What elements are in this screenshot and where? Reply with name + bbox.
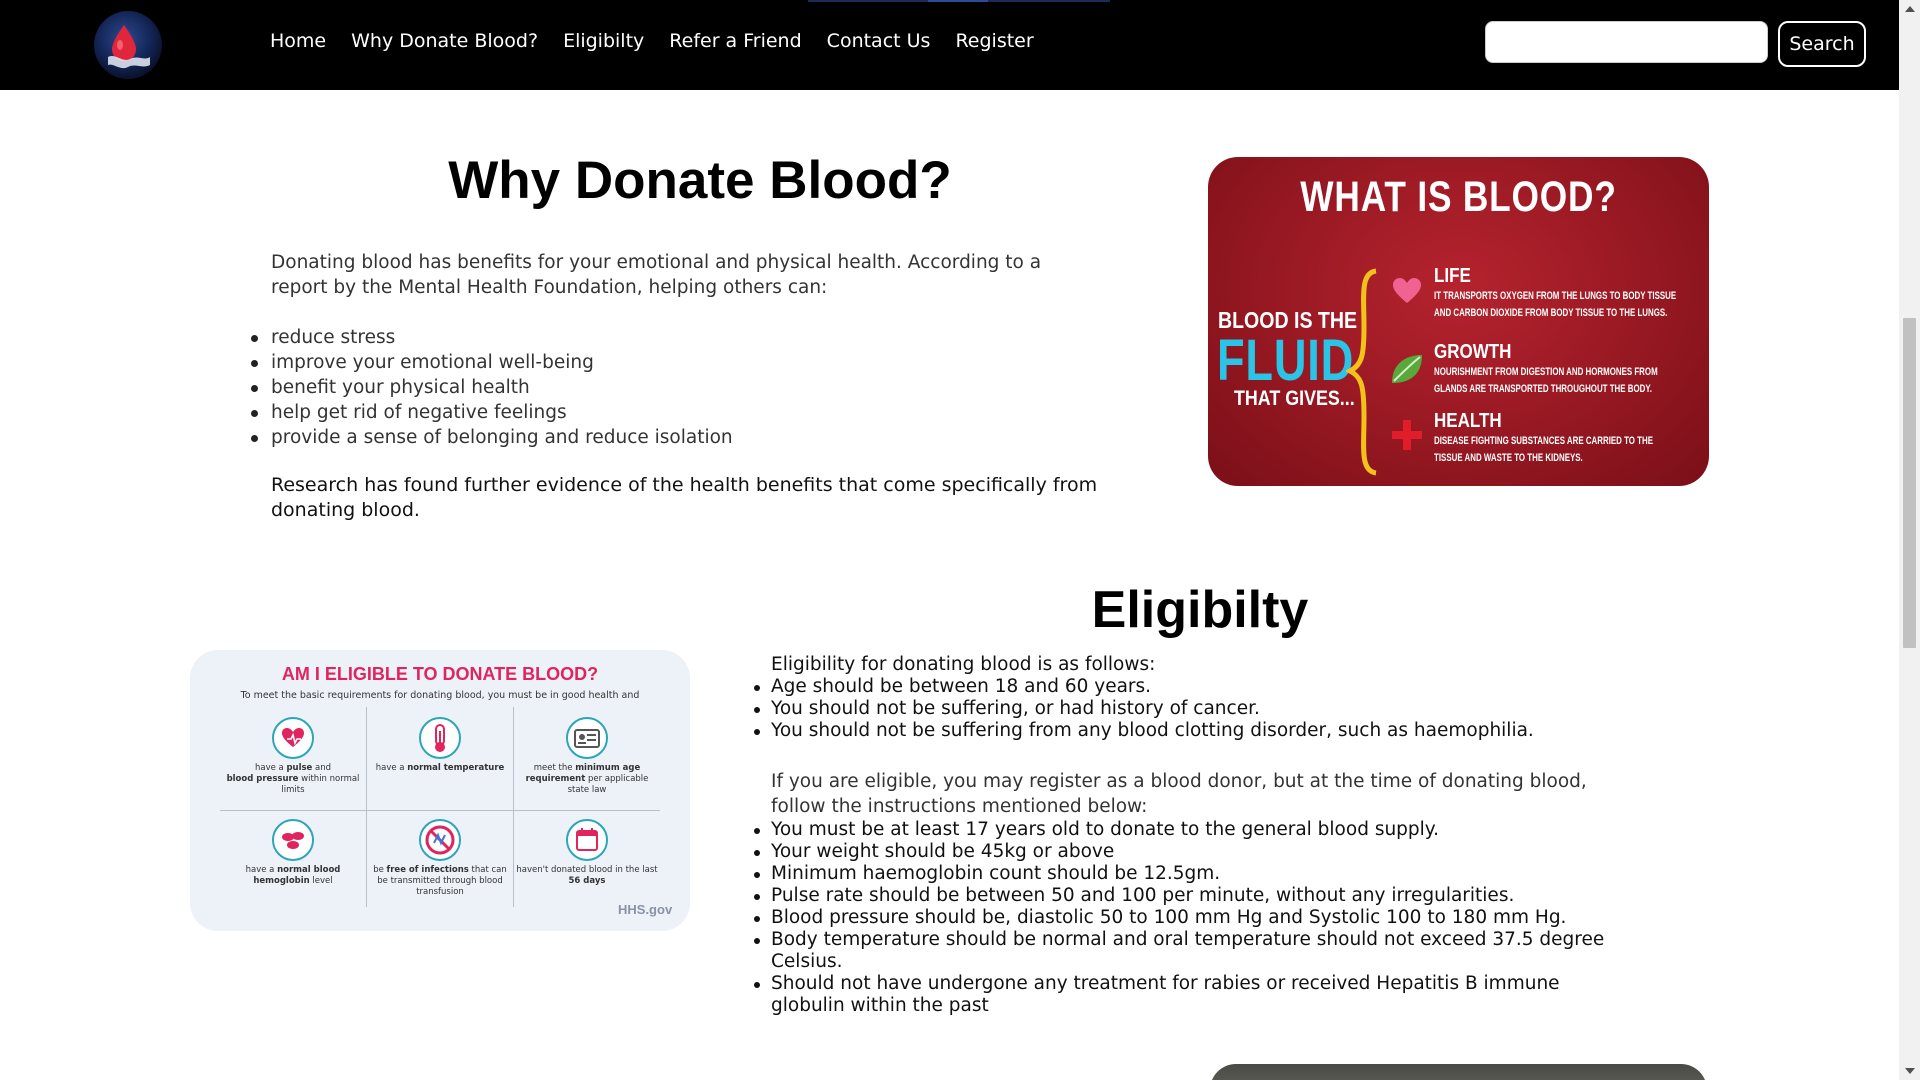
list-item: You should not be suffering from any blo… xyxy=(754,720,1631,742)
list-item: Pulse rate should be between 50 and 100 … xyxy=(754,885,1631,907)
list-item: Minimum haemoglobin count should be 12.5… xyxy=(754,863,1631,885)
eligible-grid: have a pulse and blood pressure within n… xyxy=(220,707,660,907)
cell-text-bold: blood pressure xyxy=(226,774,299,784)
scroll-up-arrow-icon[interactable] xyxy=(1905,6,1915,12)
cell-text: haven't donated blood in the last xyxy=(516,865,658,875)
list-item: reduce stress xyxy=(251,325,1101,350)
blood-item-growth: GROWTH NOURISHMENT FROM DIGESTION AND HO… xyxy=(1434,341,1709,398)
nav-link-register[interactable]: Register xyxy=(955,30,1033,52)
next-section-image xyxy=(1210,1064,1707,1080)
blood-item-desc: GLANDS ARE TRANSPORTED THROUGHOUT THE BO… xyxy=(1434,383,1652,395)
eligible-cell-age: meet the minimum age requirement per app… xyxy=(514,717,660,796)
cell-text-bold: normal temperature xyxy=(407,763,505,773)
eligible-image-title: AM I ELIGIBLE TO DONATE BLOOD? xyxy=(281,664,599,684)
leaf-icon xyxy=(1392,355,1422,383)
blood-item-desc: IT TRANSPORTS OXYGEN FROM THE LUNGS TO B… xyxy=(1434,290,1677,302)
list-item: You should not be suffering, or had hist… xyxy=(754,698,1631,720)
cell-text-bold: free of infections xyxy=(386,865,469,875)
cell-text: meet the xyxy=(533,763,576,773)
id-card-icon xyxy=(566,717,608,759)
am-i-eligible-image: AM I ELIGIBLE TO DONATE BLOOD? To meet t… xyxy=(190,650,690,931)
why-donate-heading: Why Donate Blood? xyxy=(448,151,952,210)
list-item: You must be at least 17 years old to don… xyxy=(754,819,1631,841)
eligibility-intro: Eligibility for donating blood is as fol… xyxy=(771,654,1156,675)
blood-item-heading: LIFE xyxy=(1434,265,1471,287)
blood-image-title: WHAT IS BLOOD? xyxy=(1300,173,1617,221)
eligible-image-subtitle: To meet the basic requirements for donat… xyxy=(240,690,640,701)
research-note: Research has found further evidence of t… xyxy=(271,474,1098,521)
nav-link-why-donate[interactable]: Why Donate Blood? xyxy=(351,30,538,52)
grid-divider xyxy=(220,810,660,811)
list-item: provide a sense of belonging and reduce … xyxy=(251,425,1101,450)
heart-pulse-icon xyxy=(272,717,314,759)
page-scrollbar[interactable] xyxy=(1899,0,1920,1080)
list-item: Age should be between 18 and 60 years. xyxy=(754,676,1631,698)
list-item: Your weight should be 45kg or above xyxy=(754,841,1631,863)
cell-text: be xyxy=(373,865,387,875)
blood-image-left-line3: THAT GIVES... xyxy=(1234,387,1355,410)
blood-item-health: HEALTH DISEASE FIGHTING SUBSTANCES ARE C… xyxy=(1434,410,1709,467)
scroll-down-arrow-icon[interactable] xyxy=(1905,1068,1915,1074)
cell-text: have a xyxy=(375,763,408,773)
cell-text: and xyxy=(312,763,332,773)
blood-item-heading: HEALTH xyxy=(1434,410,1502,432)
red-cross-icon xyxy=(1392,420,1422,450)
register-note: If you are eligible, you may register as… xyxy=(771,771,1587,817)
eligible-cell-temperature: have a normal temperature xyxy=(367,717,513,774)
thermometer-icon xyxy=(419,717,461,759)
list-item: Blood pressure should be, diastolic 50 t… xyxy=(754,907,1631,929)
blood-item-desc: AND CARBON DIOXIDE FROM BODY TISSUE TO T… xyxy=(1434,307,1668,319)
no-infection-icon xyxy=(419,819,461,861)
list-item: Body temperature should be normal and or… xyxy=(754,929,1631,973)
nav-link-contact[interactable]: Contact Us xyxy=(827,30,931,52)
donation-instructions-list: You must be at least 17 years old to don… xyxy=(754,819,1631,1017)
list-item: benefit your physical health xyxy=(251,375,1101,400)
calendar-icon xyxy=(566,819,608,861)
brace-icon xyxy=(1346,268,1377,476)
eligibility-content: Eligibility for donating blood is as fol… xyxy=(754,654,1631,1017)
eligibility-heading: Eligibilty xyxy=(1091,581,1309,639)
nav-link-home[interactable]: Home xyxy=(270,30,326,52)
benefits-list: reduce stress improve your emotional wel… xyxy=(251,325,1101,450)
nav-link-eligibility[interactable]: Eligibilty xyxy=(563,30,644,52)
eligible-cell-last-donation: haven't donated blood in the last 56 day… xyxy=(514,819,660,887)
blood-item-life: LIFE IT TRANSPORTS OXYGEN FROM THE LUNGS… xyxy=(1434,265,1709,322)
blood-cells-icon xyxy=(272,819,314,861)
blood-drop-logo-icon xyxy=(108,25,150,69)
hhs-source-label: HHS.gov xyxy=(618,902,673,917)
list-item: improve your emotional well-being xyxy=(251,350,1101,375)
cell-text: level xyxy=(309,876,333,886)
what-is-blood-image: WHAT IS BLOOD? BLOOD IS THE FLUID THAT G… xyxy=(1208,157,1709,486)
scroll-thumb[interactable] xyxy=(1903,318,1916,648)
search-input[interactable] xyxy=(1485,21,1768,63)
list-item: help get rid of negative feelings xyxy=(251,400,1101,425)
site-logo[interactable] xyxy=(94,11,162,79)
nav-link-refer-friend[interactable]: Refer a Friend xyxy=(669,30,801,52)
cell-text: have a xyxy=(245,865,278,875)
search-button[interactable]: Search xyxy=(1778,21,1866,67)
blood-item-desc: NOURISHMENT FROM DIGESTION AND HORMONES … xyxy=(1434,366,1658,378)
list-item: Should not have undergone any treatment … xyxy=(754,973,1631,1017)
nav-links: Home Why Donate Blood? Eligibilty Refer … xyxy=(270,30,1059,52)
navbar: Home Why Donate Blood? Eligibilty Refer … xyxy=(0,0,1899,90)
blood-item-desc: TISSUE AND WASTE TO THE KIDNEYS. xyxy=(1434,452,1583,464)
blood-image-fluid: FLUID xyxy=(1217,328,1355,393)
eligibility-criteria-list: Age should be between 18 and 60 years. Y… xyxy=(754,676,1631,742)
nav-top-accent xyxy=(808,0,1110,2)
eligible-cell-pulse: have a pulse and blood pressure within n… xyxy=(220,717,366,796)
why-donate-intro: Donating blood has benefits for your emo… xyxy=(271,252,1042,298)
eligible-cell-hemoglobin: have a normal blood hemoglobin level xyxy=(220,819,366,887)
cell-text-bold: 56 days xyxy=(568,876,606,886)
cell-text: have a xyxy=(254,763,287,773)
blood-item-desc: DISEASE FIGHTING SUBSTANCES ARE CARRIED … xyxy=(1434,435,1653,447)
heart-icon xyxy=(1393,278,1421,303)
blood-item-heading: GROWTH xyxy=(1434,341,1512,363)
eligible-cell-infection: be free of infections that can be transm… xyxy=(367,819,513,898)
cell-text-bold: pulse xyxy=(286,763,313,773)
